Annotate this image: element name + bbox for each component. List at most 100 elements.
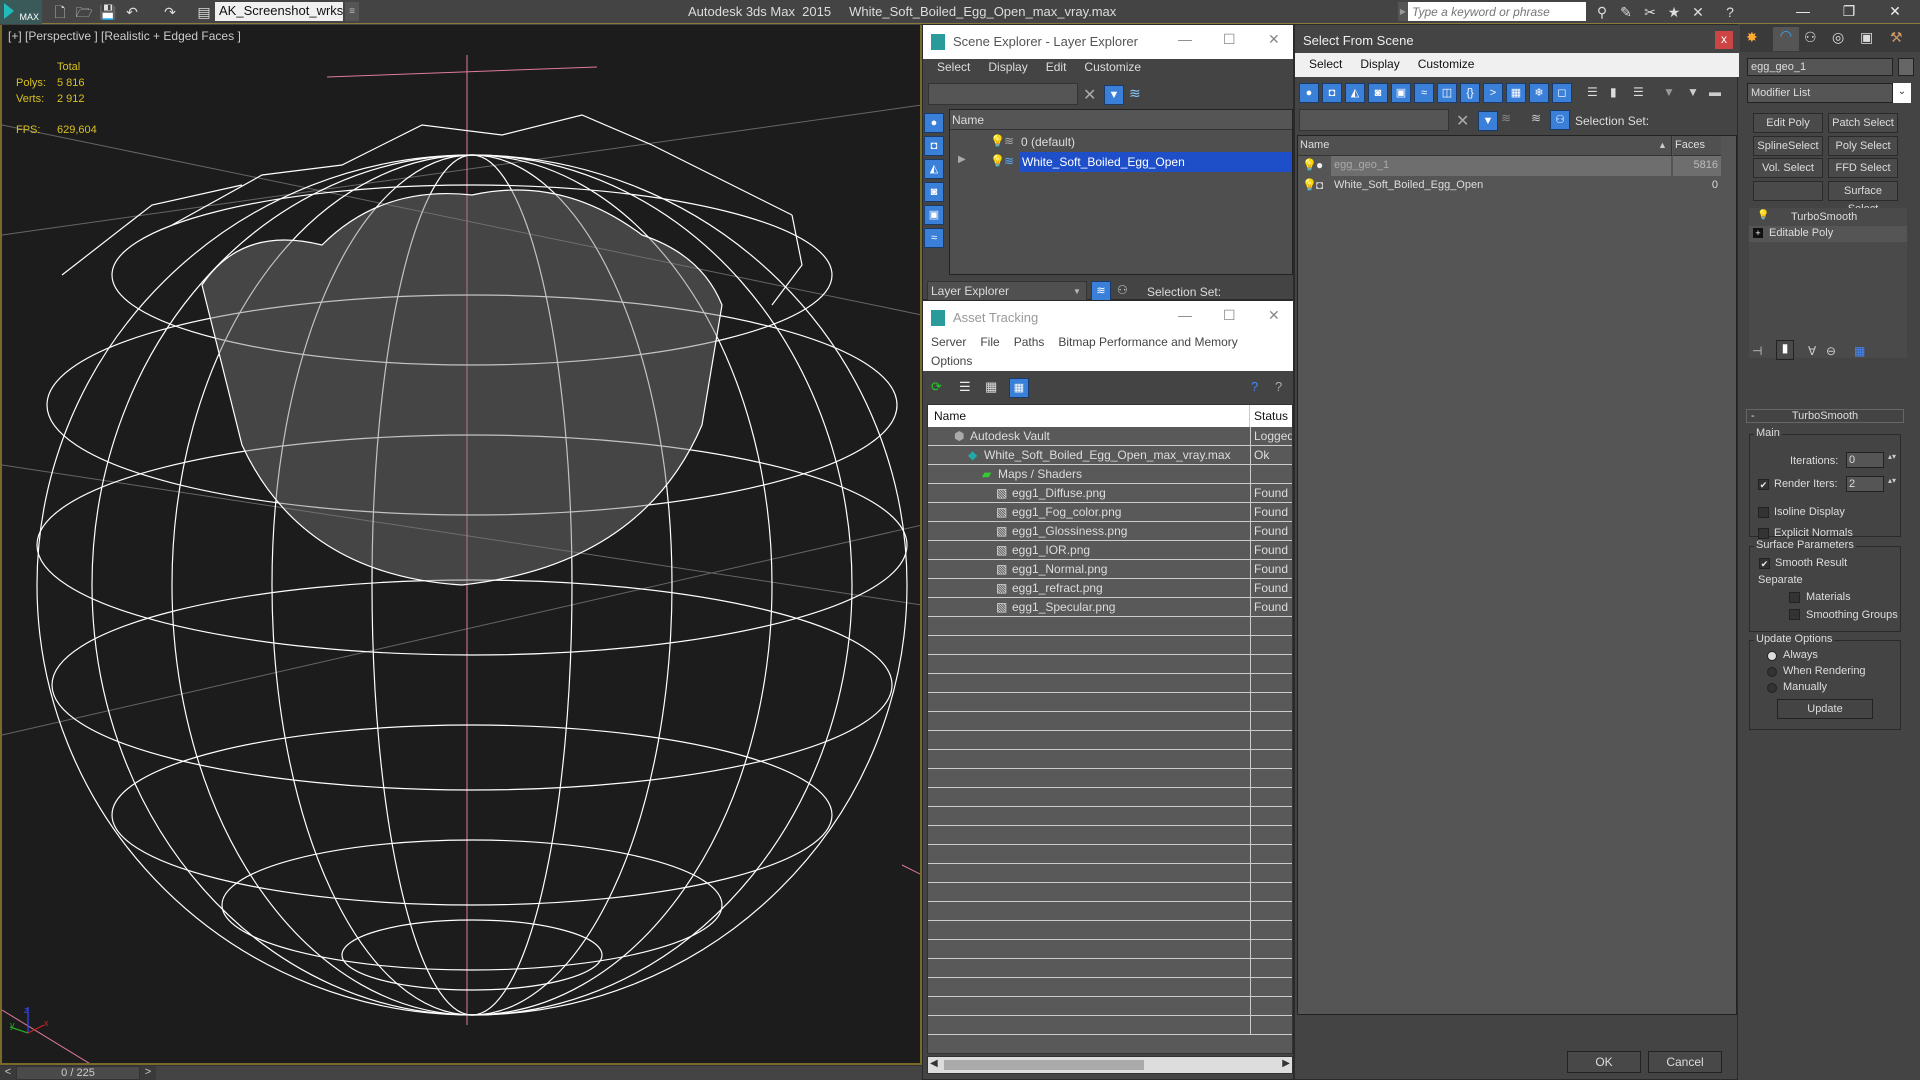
close-icon[interactable]: ✕ xyxy=(1268,307,1280,324)
menu-bitmap-performance[interactable]: Bitmap Performance and Memory xyxy=(1058,335,1237,349)
sort-by-hierarchy-icon[interactable]: ⚇ xyxy=(1550,110,1570,130)
edit-poly-button[interactable]: Edit Poly xyxy=(1753,113,1823,133)
render-iters-spinner[interactable]: ▴▾ xyxy=(1888,476,1896,485)
spline-select-button[interactable]: SplineSelect xyxy=(1753,136,1823,156)
layer-row[interactable]: ▶ 💡 ≋ White_Soft_Boiled_Egg_Open xyxy=(950,152,1292,172)
search-input[interactable] xyxy=(1408,2,1586,21)
refresh-icon[interactable]: ⟳ xyxy=(931,379,942,395)
display-invert-icon[interactable]: ☰ xyxy=(1633,85,1644,99)
asset-row[interactable]: ▧ egg1_Diffuse.png Found xyxy=(928,484,1292,503)
close-button[interactable]: ✕ xyxy=(1872,0,1918,24)
layer-row[interactable]: 💡 ≋ 0 (default) xyxy=(968,132,1292,152)
asset-row[interactable]: ◆ White_Soft_Boiled_Egg_Open_max_vray.max… xyxy=(928,446,1292,465)
update-button[interactable]: Update xyxy=(1777,699,1873,719)
asset-row[interactable]: ▰ Maps / Shaders xyxy=(928,465,1292,484)
containers-filter-icon[interactable]: ▦ xyxy=(1506,83,1526,103)
scroll-right-icon[interactable]: ▶ xyxy=(1282,1058,1290,1069)
clear-search-icon[interactable]: ✕ xyxy=(1456,111,1469,131)
layer-settings-icon[interactable]: ≋ xyxy=(1501,111,1511,125)
menu-file[interactable]: File xyxy=(980,335,999,349)
help-icon[interactable]: ? xyxy=(1251,379,1258,394)
column-header-status[interactable]: Status xyxy=(1250,405,1292,427)
close-button[interactable]: x xyxy=(1715,31,1733,49)
surface-select-button[interactable]: Surface Select xyxy=(1828,181,1898,215)
column-header-faces[interactable]: Faces xyxy=(1673,136,1721,156)
help-icon[interactable]: ? xyxy=(1720,3,1740,21)
hidden-filter-icon[interactable]: ◻ xyxy=(1552,83,1572,103)
filter-options-icon[interactable]: ▼ xyxy=(1687,85,1699,99)
filter-icon[interactable]: ▼ xyxy=(1104,85,1124,105)
menu-select[interactable]: Select xyxy=(1309,57,1342,71)
light-bulb-icon[interactable]: 💡 xyxy=(1302,178,1317,192)
save-icon[interactable]: 💾 xyxy=(98,3,118,21)
binoculars-icon[interactable]: ⚲ xyxy=(1592,3,1612,21)
sort-by-layer-icon[interactable]: ≋ xyxy=(1531,111,1541,125)
helpers-filter-icon[interactable]: ▣ xyxy=(924,205,944,225)
redo-icon[interactable]: ↷ xyxy=(160,3,180,21)
explorer-type-dropdown[interactable]: Layer Explorer xyxy=(927,281,1087,301)
stack-item-turbosmooth[interactable]: 💡 TurboSmooth xyxy=(1749,210,1907,226)
menu-customize[interactable]: Customize xyxy=(1084,60,1141,74)
update-always-radio[interactable] xyxy=(1767,651,1777,661)
filter-toggle-icon[interactable]: ▼ xyxy=(1478,111,1498,131)
time-slider[interactable]: < 0 / 225 > xyxy=(0,1065,922,1080)
show-end-result-icon[interactable]: ▮ xyxy=(1776,340,1794,360)
update-when-rendering-radio[interactable] xyxy=(1767,667,1777,677)
frame-counter[interactable]: 0 / 225 xyxy=(16,1066,140,1080)
menu-options[interactable]: Options xyxy=(931,354,972,368)
vol-select-button[interactable]: Vol. Select xyxy=(1753,158,1823,178)
menu-server[interactable]: Server xyxy=(931,335,966,349)
isoline-display-checkbox[interactable] xyxy=(1758,507,1769,518)
close-icon[interactable]: ✕ xyxy=(1268,31,1280,48)
helpers-filter-icon[interactable]: ▣ xyxy=(1391,83,1411,103)
lights-filter-icon[interactable]: ◭ xyxy=(1345,83,1365,103)
hierarchy-tab-icon[interactable]: ⚇ xyxy=(1804,29,1817,46)
asset-row[interactable]: ▧ egg1_Normal.png Found xyxy=(928,560,1292,579)
horizontal-scrollbar[interactable]: ◀ ▶ xyxy=(927,1056,1293,1074)
ffd-select-button[interactable]: FFD Select xyxy=(1828,158,1898,178)
light-bulb-icon[interactable]: 💡 xyxy=(990,154,1005,168)
next-frame-button[interactable]: > xyxy=(140,1066,156,1080)
find-options-icon[interactable]: ▬ xyxy=(1709,85,1721,99)
cameras-filter-icon[interactable]: ◙ xyxy=(1368,83,1388,103)
menu-customize[interactable]: Customize xyxy=(1418,57,1475,71)
viewport-label-menu[interactable]: [+] [Perspective ] [Realistic + Edged Fa… xyxy=(8,29,241,43)
asset-row[interactable]: ▧ egg1_Specular.png Found xyxy=(928,598,1292,617)
smooth-result-checkbox[interactable]: ✔ xyxy=(1759,558,1770,569)
workspace-dropdown[interactable]: AK_Screenshot_wrksp xyxy=(215,2,343,21)
project-folder-icon[interactable]: ▤ xyxy=(194,3,214,21)
expand-arrow-icon[interactable]: ▶ xyxy=(958,154,966,165)
stack-item-editable-poly[interactable]: + Editable Poly xyxy=(1749,226,1907,242)
undo-icon[interactable]: ↶ xyxy=(122,3,142,21)
menu-edit[interactable]: Edit xyxy=(1046,60,1067,74)
xrefs-filter-icon[interactable]: {} xyxy=(1460,83,1480,103)
expand-plus-icon[interactable]: + xyxy=(1753,228,1763,238)
asset-row[interactable]: ⬢ Autodesk Vault Logged xyxy=(928,427,1292,446)
toolbar-overflow-button[interactable]: ≡ xyxy=(345,2,359,21)
clear-search-icon[interactable]: ✕ xyxy=(1083,85,1096,105)
geometry-filter-icon[interactable]: ● xyxy=(1299,83,1319,103)
cameras-filter-icon[interactable]: ◙ xyxy=(924,182,944,202)
bones-filter-icon[interactable]: > xyxy=(1483,83,1503,103)
minimize-button[interactable]: — xyxy=(1780,0,1826,24)
scrollbar-thumb[interactable] xyxy=(944,1060,1144,1070)
open-file-icon[interactable]: 🗁 xyxy=(74,3,94,21)
sort-by-hierarchy-icon[interactable]: ⚇ xyxy=(1117,283,1128,297)
pin-stack-icon[interactable]: ⊣ xyxy=(1752,344,1762,358)
list-view-icon[interactable]: ☰ xyxy=(959,379,971,395)
iterations-input[interactable] xyxy=(1846,452,1884,468)
light-bulb-icon[interactable]: 💡 xyxy=(1302,158,1317,172)
render-iters-checkbox[interactable]: ✔ xyxy=(1758,479,1769,490)
scene-explorer-titlebar[interactable]: Scene Explorer - Layer Explorer — ☐ ✕ xyxy=(923,25,1293,59)
empty-modifier-button[interactable] xyxy=(1753,181,1823,201)
layer-settings-icon[interactable]: ≋ xyxy=(1129,85,1141,102)
shapes-filter-icon[interactable]: ◘ xyxy=(924,136,944,156)
maximize-icon[interactable]: ☐ xyxy=(1223,307,1236,324)
display-all-icon[interactable]: ☰ xyxy=(1587,85,1598,99)
spacewarps-filter-icon[interactable]: ≈ xyxy=(924,228,944,248)
ok-button[interactable]: OK xyxy=(1567,1051,1641,1073)
asset-row[interactable]: ▧ egg1_Glossiness.png Found xyxy=(928,522,1292,541)
spacewarps-filter-icon[interactable]: ≈ xyxy=(1414,83,1434,103)
settings-help-icon[interactable]: ? xyxy=(1275,379,1282,394)
scroll-left-icon[interactable]: ◀ xyxy=(930,1058,938,1069)
